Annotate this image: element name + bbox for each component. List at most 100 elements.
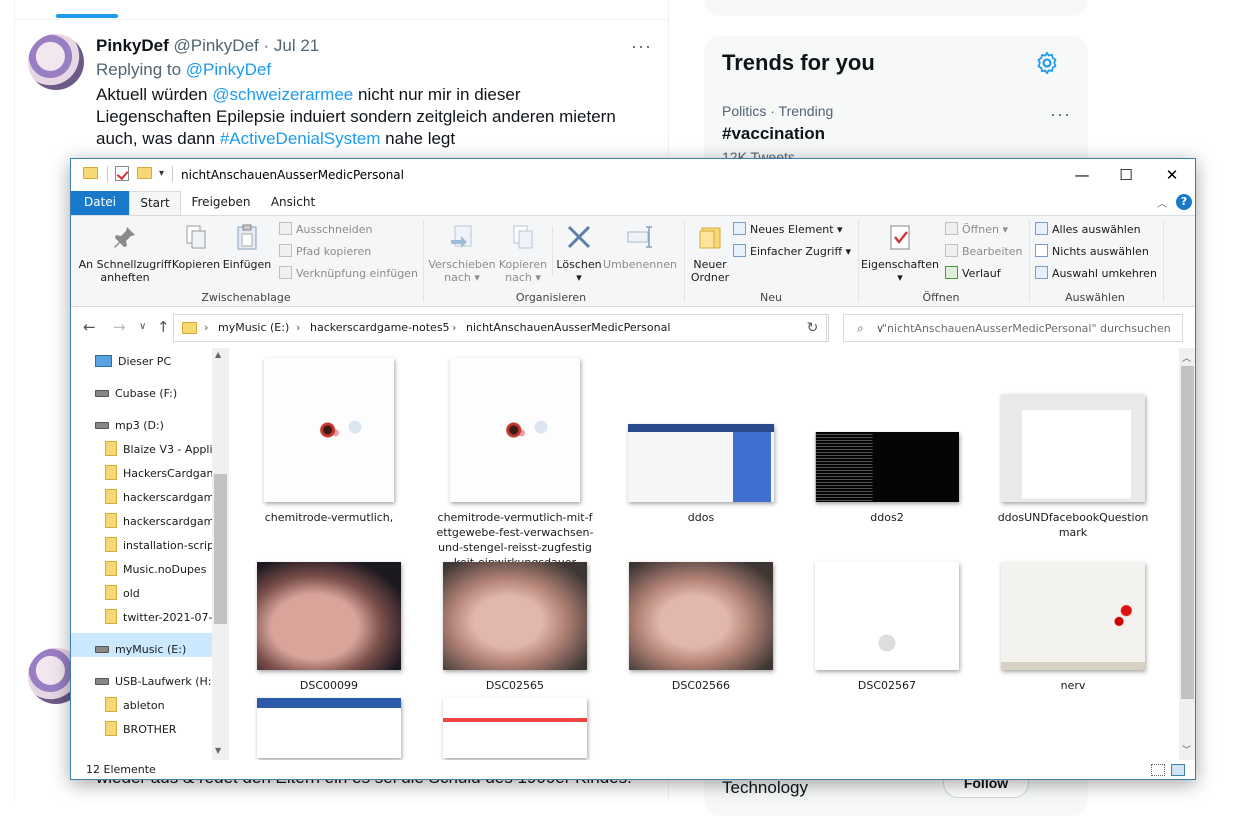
tab-datei[interactable]: Datei [71, 191, 129, 215]
trend-more-icon[interactable]: ··· [1050, 104, 1071, 125]
file-item[interactable]: chemitrode-vermutlich-mit-fettgewebe-fes… [429, 348, 601, 570]
chevron-right-icon[interactable]: › [296, 321, 300, 334]
nav-item[interactable]: Cubase (F:) [95, 382, 177, 406]
nav-item[interactable]: BROTHER [105, 718, 176, 742]
mention-link[interactable]: @schweizerarmee [212, 85, 353, 104]
nav-item[interactable]: myMusic (E:) [95, 638, 186, 662]
file-item[interactable]: nerv [987, 558, 1159, 693]
file-item[interactable] [243, 694, 415, 760]
reply-handle-link[interactable]: @PinkyDef [186, 60, 271, 79]
file-item[interactable]: DSC02566 [615, 558, 787, 693]
properties-button[interactable]: Eigenschaften ▾ [861, 222, 939, 284]
select-all-icon [1035, 222, 1048, 235]
nav-item[interactable]: hackerscardgam [105, 510, 214, 534]
trend-name[interactable]: #vaccination [722, 124, 825, 144]
file-item[interactable]: ddosUNDfacebookQuestionmark [987, 348, 1159, 540]
history-icon [945, 266, 958, 279]
address-bar[interactable]: › myMusic (E:) › hackerscardgame-notes5 … [173, 314, 884, 342]
large-icons-view-icon[interactable] [1171, 764, 1185, 776]
file-item[interactable]: chemitrode-vermutlich, [243, 348, 415, 525]
nav-item[interactable]: Music.noDupes [105, 558, 206, 582]
up-arrow-icon[interactable]: ↑ [157, 318, 170, 336]
separator [172, 166, 173, 182]
file-item[interactable]: ddos [615, 348, 787, 525]
edit-label: Bearbeiten [962, 245, 1023, 258]
pin-quick-access-button[interactable]: An Schnellzugriff anheften [77, 222, 173, 284]
copy-to-button[interactable]: Kopieren nach ▾ [495, 222, 551, 284]
tab-start[interactable]: Start [129, 191, 181, 215]
history-button[interactable]: Verlauf [945, 264, 1001, 284]
nav-item[interactable]: installation-scrip [105, 534, 214, 558]
nav-item[interactable]: HackersCardgan [105, 462, 214, 486]
chevron-right-icon[interactable]: › [204, 321, 208, 334]
group-label-organize: Organisieren [515, 291, 587, 304]
scroll-up-icon[interactable]: ▲ [215, 350, 221, 359]
scroll-up-icon[interactable]: ︿ [1182, 351, 1191, 364]
rename-button[interactable]: Umbenennen [603, 222, 677, 271]
status-bar: 12 Elemente [71, 760, 1195, 779]
paste-button[interactable]: Einfügen [221, 222, 273, 271]
copy-path-label: Pfad kopieren [296, 245, 372, 258]
nav-scrollbar-thumb[interactable] [214, 474, 227, 624]
properties-icon[interactable] [115, 166, 129, 181]
file-item[interactable] [429, 694, 601, 760]
file-item[interactable]: ddos2 [801, 348, 973, 525]
file-item[interactable]: DSC02565 [429, 558, 601, 693]
tab-ansicht[interactable]: Ansicht [263, 191, 323, 215]
nav-item[interactable]: old [105, 582, 140, 606]
file-item[interactable]: DSC02567 [801, 558, 973, 693]
forward-arrow-icon[interactable]: → [113, 318, 126, 336]
details-view-icon[interactable] [1151, 764, 1165, 776]
invert-selection-button[interactable]: Auswahl umkehren [1035, 264, 1157, 284]
nav-item[interactable]: Blaize V3 - Appli [105, 438, 213, 462]
copy-button[interactable]: Kopieren [171, 222, 221, 271]
tweet-author[interactable]: PinkyDef [96, 36, 169, 55]
tweet-more-icon[interactable]: ··· [631, 36, 652, 57]
hashtag-link[interactable]: #ActiveDenialSystem [220, 129, 381, 148]
content-scrollbar-thumb[interactable] [1181, 366, 1194, 699]
close-button[interactable]: ✕ [1149, 159, 1195, 191]
breadcrumb-item[interactable]: nichtAnschauenAusserMedicPersonal [466, 321, 670, 334]
nav-item[interactable]: mp3 (D:) [95, 414, 164, 438]
copy-path-button[interactable]: Pfad kopieren [279, 242, 371, 262]
minimize-button[interactable]: — [1059, 159, 1105, 191]
customize-toolbar-icon[interactable]: ▾ [159, 168, 164, 179]
new-item-button[interactable]: Neues Element ▾ [733, 220, 843, 240]
edit-button[interactable]: Bearbeiten [945, 242, 1022, 262]
nav-item[interactable]: twitter-2021-07- [105, 606, 212, 630]
new-folder-button[interactable]: Neuer Ordner [685, 222, 735, 284]
select-none-button[interactable]: Nichts auswählen [1035, 242, 1149, 262]
chevron-right-icon[interactable]: › [452, 321, 456, 334]
recent-locations-icon[interactable]: ∨ [139, 321, 146, 332]
tab-freigeben[interactable]: Freigeben [185, 191, 257, 215]
refresh-icon[interactable]: ↻ [799, 314, 827, 342]
move-to-button[interactable]: Verschieben nach ▾ [427, 222, 497, 284]
search-box[interactable]: ⌕ "nichtAnschauenAusserMedicPersonal" du… [843, 314, 1183, 342]
easy-access-button[interactable]: Einfacher Zugriff ▾ [733, 242, 851, 262]
avatar[interactable] [28, 34, 84, 90]
cut-button[interactable]: Ausschneiden [279, 220, 373, 240]
nav-item[interactable]: ableton [105, 694, 165, 718]
collapse-ribbon-icon[interactable]: ︿ [1157, 195, 1167, 210]
delete-button[interactable]: Löschen ▾ [555, 222, 603, 284]
nav-item[interactable]: hackerscardgam [105, 486, 214, 510]
pin-icon [110, 222, 140, 252]
copy-to-icon [508, 222, 538, 252]
new-folder-icon[interactable] [137, 167, 152, 179]
content-scrollbar[interactable]: ︿ ﹀ [1179, 348, 1195, 760]
file-item[interactable]: DSC00099 [243, 558, 415, 693]
select-all-button[interactable]: Alles auswählen [1035, 220, 1141, 240]
settings-gear-icon[interactable] [1034, 50, 1060, 76]
group-label-select: Auswählen [1065, 291, 1125, 304]
scroll-down-icon[interactable]: ▼ [215, 746, 221, 755]
breadcrumb-item[interactable]: myMusic (E:) [218, 321, 289, 334]
scroll-down-icon[interactable]: ﹀ [1182, 743, 1191, 756]
nav-item[interactable]: Dieser PC [95, 350, 171, 374]
maximize-button[interactable]: ☐ [1103, 159, 1149, 191]
help-icon[interactable]: ? [1176, 194, 1192, 210]
breadcrumb-item[interactable]: hackerscardgame-notes5 [310, 321, 450, 334]
nav-item[interactable]: USB-Laufwerk (H:) [95, 670, 216, 694]
open-button[interactable]: Öffnen ▾ [945, 220, 1008, 240]
paste-shortcut-button[interactable]: Verknüpfung einfügen [279, 264, 418, 284]
back-arrow-icon[interactable]: ← [83, 318, 96, 336]
